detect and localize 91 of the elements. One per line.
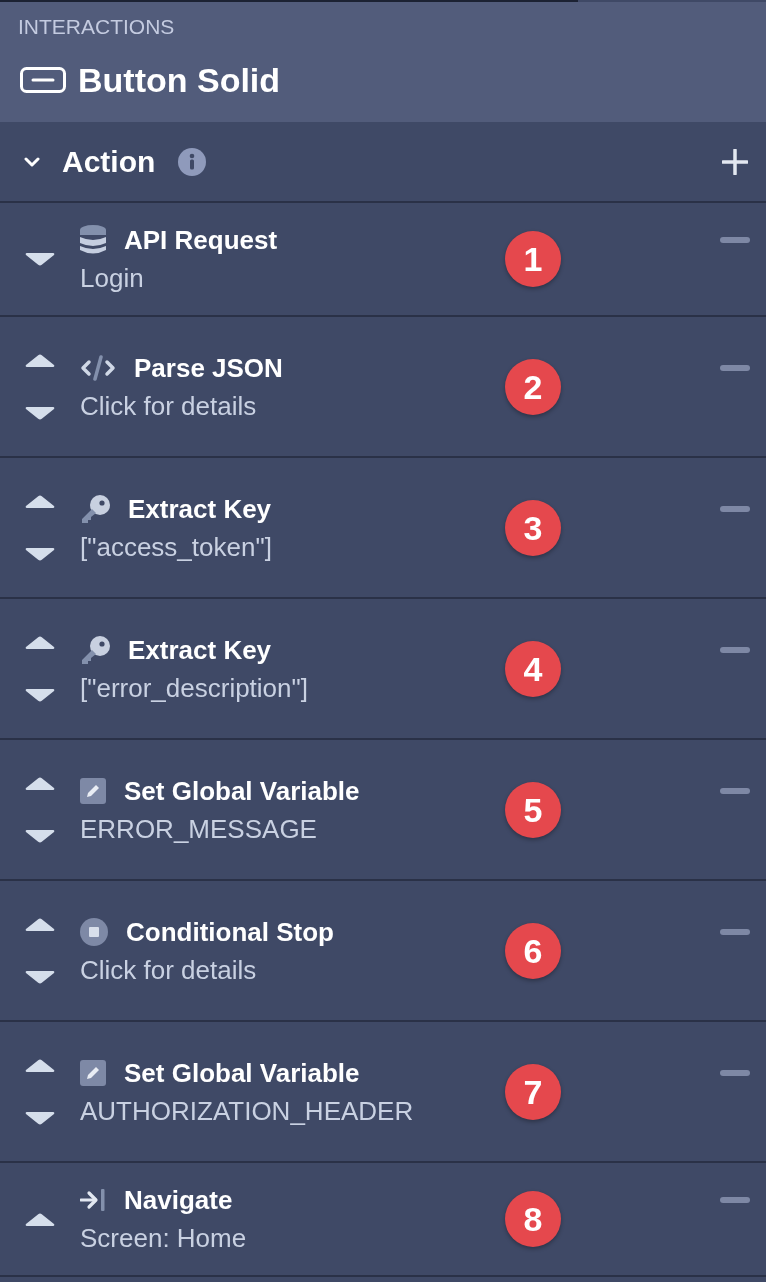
key-icon <box>80 635 110 664</box>
key-icon <box>80 494 110 523</box>
action-row[interactable]: Extract Key ["error_description"] 4 <box>0 599 766 740</box>
collapse-toggle[interactable] <box>24 156 40 167</box>
remove-action-button[interactable] <box>720 364 750 371</box>
action-detail: Click for details <box>80 389 257 423</box>
minus-icon <box>720 928 750 935</box>
step-number-badge: 1 <box>505 231 561 287</box>
pencil-icon <box>80 777 106 804</box>
triangle-down-icon <box>25 406 55 420</box>
action-row[interactable]: API Request Login 1 <box>0 203 766 317</box>
triangle-up-icon <box>25 635 55 649</box>
stop-icon <box>80 917 108 946</box>
move-down-button[interactable] <box>25 829 55 843</box>
minus-icon <box>720 237 750 243</box>
action-row[interactable]: Set Global Variable AUTHORIZATION_HEADER 7 <box>0 1022 766 1163</box>
triangle-down-icon <box>25 1111 55 1125</box>
action-title: Set Global Variable <box>124 1056 360 1090</box>
action-title: Parse JSON <box>134 351 283 385</box>
info-icon[interactable] <box>178 147 207 176</box>
action-title: Navigate <box>124 1184 233 1217</box>
triangle-up-icon <box>25 776 55 790</box>
plus-icon <box>722 148 748 175</box>
move-down-button[interactable] <box>25 547 55 561</box>
move-up-button[interactable] <box>25 1212 55 1226</box>
step-number-badge: 5 <box>505 781 561 838</box>
action-title: Conditional Stop <box>126 915 334 949</box>
step-number-badge: 2 <box>505 358 561 415</box>
action-row[interactable]: Extract Key ["access_token"] 3 <box>0 458 766 599</box>
action-detail: ["error_description"] <box>80 671 308 705</box>
remove-action-button[interactable] <box>720 646 750 653</box>
section-title: Action <box>62 143 156 180</box>
arrow-to-line-icon <box>80 1189 106 1211</box>
action-row[interactable]: Conditional Stop Click for details 6 <box>0 881 766 1022</box>
code-icon <box>80 354 116 381</box>
triangle-up-icon <box>25 917 55 931</box>
action-detail: AUTHORIZATION_HEADER <box>80 1094 414 1128</box>
move-up-button[interactable] <box>25 776 55 790</box>
move-up-button[interactable] <box>25 917 55 931</box>
action-title: Set Global Variable <box>124 774 360 808</box>
component-name: Button Solid <box>78 60 281 100</box>
action-detail: Login <box>80 262 144 295</box>
database-icon <box>80 225 106 255</box>
action-detail: Click for details <box>80 953 257 987</box>
remove-action-button[interactable] <box>720 787 750 794</box>
step-number-badge: 8 <box>505 1191 561 1247</box>
action-row[interactable]: Parse JSON Click for details 2 <box>0 317 766 458</box>
minus-icon <box>720 364 750 371</box>
action-title: API Request <box>124 224 278 257</box>
action-title: Extract Key <box>128 492 272 526</box>
move-up-button[interactable] <box>25 635 55 649</box>
triangle-down-icon <box>25 547 55 561</box>
triangle-up-icon <box>25 1058 55 1072</box>
move-up-button[interactable] <box>25 494 55 508</box>
triangle-up-icon <box>25 494 55 508</box>
pencil-icon <box>80 1059 106 1086</box>
action-row[interactable]: Navigate Screen: Home 8 <box>0 1163 766 1277</box>
step-number-badge: 4 <box>505 640 561 697</box>
step-number-badge: 3 <box>505 499 561 556</box>
action-detail: ERROR_MESSAGE <box>80 812 317 846</box>
section-label: INTERACTIONS <box>18 14 175 40</box>
action-title: Extract Key <box>128 633 272 667</box>
move-down-button[interactable] <box>25 688 55 702</box>
minus-icon <box>720 646 750 653</box>
move-up-button[interactable] <box>25 353 55 367</box>
remove-action-button[interactable] <box>720 505 750 512</box>
button-outline-icon <box>20 67 66 93</box>
move-down-button[interactable] <box>25 406 55 420</box>
add-action-button[interactable] <box>722 148 748 175</box>
move-down-button[interactable] <box>25 252 55 266</box>
move-down-button[interactable] <box>25 970 55 984</box>
triangle-down-icon <box>25 970 55 984</box>
triangle-down-icon <box>25 252 55 266</box>
action-detail: Screen: Home <box>80 1222 247 1255</box>
chevron-down-icon <box>24 156 40 167</box>
move-up-button[interactable] <box>25 1058 55 1072</box>
minus-icon <box>720 1197 750 1203</box>
action-detail: ["access_token"] <box>80 530 272 564</box>
minus-icon <box>720 787 750 794</box>
minus-icon <box>720 505 750 512</box>
triangle-down-icon <box>25 829 55 843</box>
move-down-button[interactable] <box>25 1111 55 1125</box>
remove-action-button[interactable] <box>720 928 750 935</box>
triangle-up-icon <box>25 1212 55 1226</box>
minus-icon <box>720 1069 750 1076</box>
step-number-badge: 6 <box>505 922 561 979</box>
action-row[interactable]: Set Global Variable ERROR_MESSAGE 5 <box>0 740 766 881</box>
step-number-badge: 7 <box>505 1063 561 1120</box>
triangle-up-icon <box>25 353 55 367</box>
triangle-down-icon <box>25 688 55 702</box>
remove-action-button[interactable] <box>720 1069 750 1076</box>
